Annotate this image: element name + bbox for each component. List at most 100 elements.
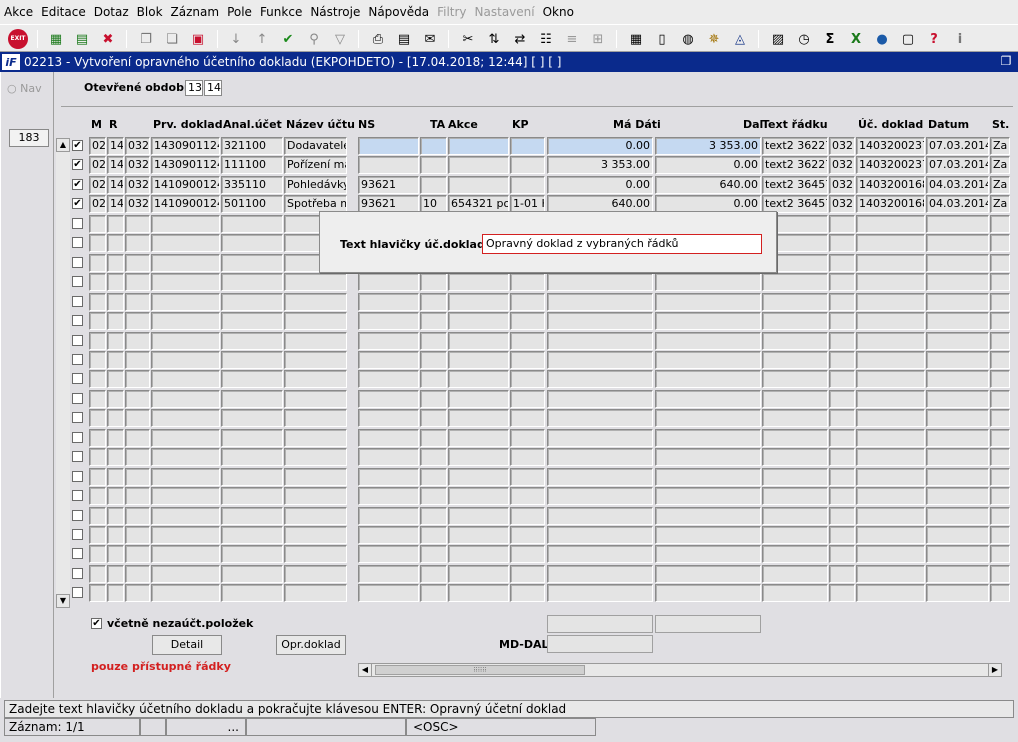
cell-dal[interactable]: 640.00 [655,176,761,194]
cell-c13[interactable] [829,312,855,330]
cell-kp[interactable] [510,448,545,466]
row-checkbox[interactable] [72,237,83,248]
cell-ns[interactable] [358,584,419,602]
copy-icon[interactable]: ❐ [136,29,156,49]
cell-ns[interactable] [358,448,419,466]
cell-nazev[interactable] [284,409,347,427]
excel-icon[interactable]: X [846,29,866,49]
cell-anal[interactable] [221,584,283,602]
cell-txt[interactable] [762,526,828,544]
cell-anal[interactable] [221,545,283,563]
cell-txt[interactable] [762,273,828,291]
cell-akce[interactable] [448,332,509,350]
cell-mad[interactable] [547,351,653,369]
cell-anal[interactable] [221,351,283,369]
menu-blok[interactable]: Blok [137,5,163,19]
cell-m[interactable] [89,409,106,427]
cell-ta[interactable] [420,487,447,505]
cell-mad[interactable] [547,584,653,602]
cell-datum[interactable] [926,234,989,252]
cell-nazev[interactable]: Dodavatelé [284,137,347,155]
cell-st[interactable] [990,234,1010,252]
cell-akce[interactable] [448,390,509,408]
cell-c3[interactable] [125,351,150,369]
cell-c13[interactable] [829,507,855,525]
cell-kp[interactable] [510,584,545,602]
cell-akce[interactable] [448,137,509,155]
cell-c13[interactable] [829,409,855,427]
cell-datum[interactable] [926,332,989,350]
cell-nazev[interactable] [284,507,347,525]
cell-r[interactable] [107,312,124,330]
cell-mad[interactable] [547,487,653,505]
cell-ucd[interactable] [856,234,925,252]
cell-c13[interactable]: 032 [829,156,855,174]
restore-window-icon[interactable]: ❐ [998,54,1014,68]
row-checkbox[interactable] [72,432,83,443]
cell-mad[interactable] [547,409,653,427]
cell-anal[interactable] [221,234,283,252]
cell-txt[interactable]: text2 362271 [762,137,828,155]
cell-ucd[interactable] [856,215,925,233]
cell-txt[interactable]: text2 364576 [762,176,828,194]
cell-st[interactable]: Za [990,195,1010,213]
cell-anal[interactable] [221,293,283,311]
info-icon[interactable]: i [950,29,970,49]
cell-ucd[interactable] [856,370,925,388]
delete-record-icon[interactable]: ✖ [98,29,118,49]
cell-kp[interactable] [510,137,545,155]
cell-c3[interactable] [125,370,150,388]
cell-r[interactable] [107,234,124,252]
cell-dal[interactable] [655,448,761,466]
cell-ns[interactable] [358,390,419,408]
cell-m[interactable] [89,545,106,563]
cell-nazev[interactable] [284,565,347,583]
cell-ta[interactable] [420,565,447,583]
cell-r[interactable] [107,273,124,291]
new-record-icon[interactable]: ▦ [46,29,66,49]
cell-anal[interactable] [221,448,283,466]
cell-c3[interactable]: 032 [125,156,150,174]
cell-anal[interactable] [221,409,283,427]
cell-datum[interactable] [926,370,989,388]
cell-c13[interactable] [829,429,855,447]
cell-m[interactable] [89,273,106,291]
cell-nazev[interactable] [284,351,347,369]
tools-icon[interactable]: ⚲ [304,29,324,49]
cell-txt[interactable]: text2 362271 [762,156,828,174]
cell-prv[interactable] [151,507,220,525]
cell-mad[interactable] [547,390,653,408]
cell-st[interactable] [990,370,1010,388]
cell-nazev[interactable] [284,584,347,602]
cell-txt[interactable] [762,545,828,563]
help-icon[interactable]: ? [924,29,944,49]
cell-ucd[interactable]: 1403200168 [856,195,925,213]
horizontal-scrollbar[interactable]: ◀ ⁝⁝⁝⁝⁝⁝ ▶ [358,663,1002,677]
world-icon[interactable]: ● [872,29,892,49]
cell-ta[interactable] [420,332,447,350]
cell-st[interactable] [990,273,1010,291]
cell-prv[interactable] [151,234,220,252]
cell-prv[interactable] [151,390,220,408]
row-checkbox[interactable] [72,393,83,404]
cell-kp[interactable] [510,409,545,427]
cell-kp[interactable] [510,565,545,583]
cell-ns[interactable] [358,409,419,427]
cell-akce[interactable] [448,526,509,544]
cell-dal[interactable] [655,273,761,291]
cell-dal[interactable] [655,293,761,311]
chart-icon[interactable]: ▨ [768,29,788,49]
cell-anal[interactable] [221,254,283,272]
cell-st[interactable] [990,468,1010,486]
cell-datum[interactable] [926,351,989,369]
cell-kp[interactable] [510,370,545,388]
cell-mad[interactable] [547,273,653,291]
cell-c13[interactable] [829,254,855,272]
cell-dal[interactable] [655,390,761,408]
cell-c13[interactable]: 032 [829,195,855,213]
cell-r[interactable] [107,332,124,350]
cell-prv[interactable] [151,312,220,330]
cell-anal[interactable] [221,370,283,388]
row-checkbox[interactable] [72,451,83,462]
cell-m[interactable] [89,526,106,544]
